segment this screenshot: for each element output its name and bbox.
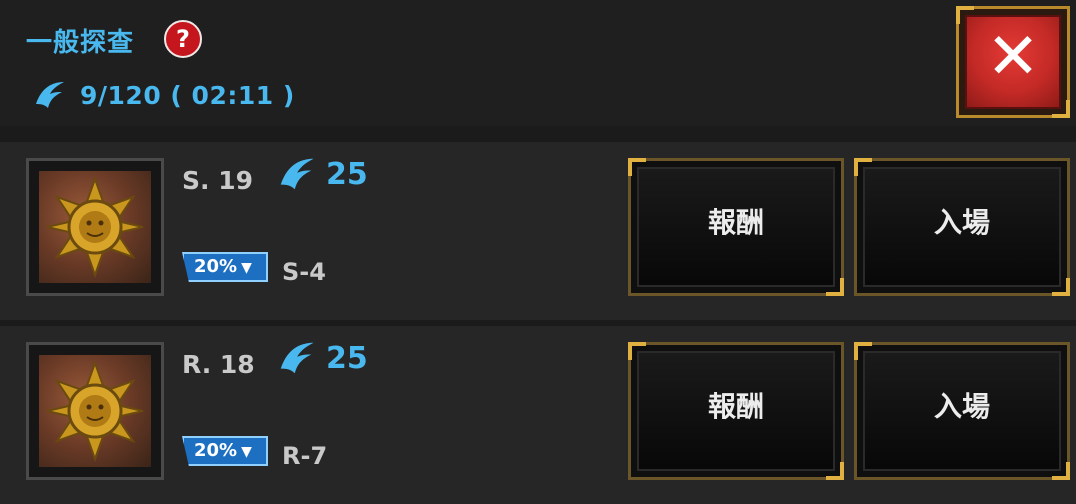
sun-emblem-icon [39, 355, 151, 467]
bonus-badge-label: 20% [194, 440, 238, 461]
cost-display: 25 [276, 338, 368, 378]
close-icon: ✕ [986, 20, 1040, 94]
help-icon[interactable]: ? [164, 20, 202, 58]
wing-icon [280, 158, 314, 190]
reward-button-label: 報酬 [707, 206, 764, 239]
header-bar: 一般探查 ? 9/120 ( 02:11 ) ✕ [0, 0, 1076, 126]
stage-number: R. 18 [182, 350, 255, 379]
bonus-badge[interactable]: 20% ▼ [182, 436, 268, 466]
close-button[interactable]: ✕ [956, 6, 1070, 118]
page-title: 一般探查 [26, 28, 135, 58]
enter-button-label: 入場 [933, 206, 990, 239]
stage-thumbnail [26, 158, 164, 296]
wing-icon [36, 82, 64, 108]
corner-ornament [1052, 278, 1070, 296]
stage-rank: S-4 [282, 258, 326, 286]
enter-button[interactable]: 入場 [854, 158, 1070, 296]
wing-icon [280, 342, 314, 374]
stage-rank: R-7 [282, 442, 328, 470]
enter-button-label: 入場 [933, 390, 990, 423]
bonus-badge[interactable]: 20% ▼ [182, 252, 268, 282]
reward-button-label: 報酬 [707, 390, 764, 423]
dropdown-arrow-icon: ▼ [241, 444, 252, 460]
reward-button[interactable]: 報酬 [628, 158, 844, 296]
dropdown-arrow-icon: ▼ [241, 260, 252, 276]
cost-value: 25 [326, 156, 368, 192]
stamina-display: 9/120 ( 02:11 ) [32, 78, 295, 112]
corner-ornament [956, 6, 974, 24]
corner-ornament [826, 462, 844, 480]
cost-value: 25 [326, 340, 368, 376]
corner-ornament [628, 158, 646, 176]
corner-ornament [628, 342, 646, 360]
stage-row: S. 19 25 20% ▼ S-4 報酬 入場 [0, 142, 1076, 320]
reward-button[interactable]: 報酬 [628, 342, 844, 480]
corner-ornament [854, 158, 872, 176]
divider [0, 126, 1076, 142]
stage-thumbnail [26, 342, 164, 480]
cost-display: 25 [276, 154, 368, 194]
stamina-text: 9/120 ( 02:11 ) [80, 80, 295, 110]
sun-emblem-icon [39, 171, 151, 283]
corner-ornament [826, 278, 844, 296]
corner-ornament [1052, 100, 1070, 118]
stage-row: R. 18 25 20% ▼ R-7 報酬 入場 [0, 326, 1076, 504]
bonus-badge-label: 20% [194, 256, 238, 277]
corner-ornament [854, 342, 872, 360]
stage-number: S. 19 [182, 166, 253, 195]
corner-ornament [1052, 462, 1070, 480]
enter-button[interactable]: 入場 [854, 342, 1070, 480]
